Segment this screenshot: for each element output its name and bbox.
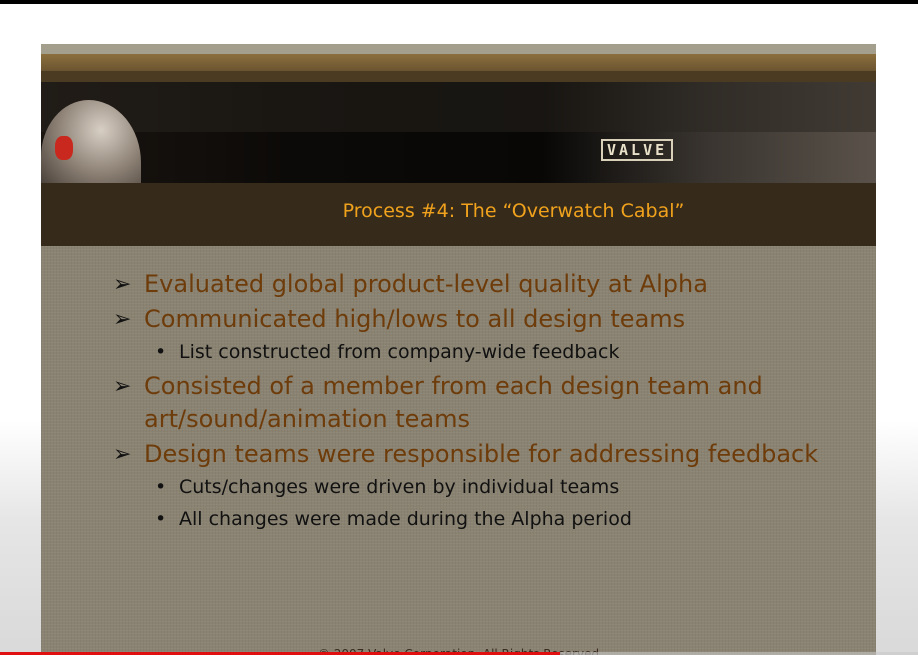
sub-bullet-text: List constructed from company-wide feedb… bbox=[179, 341, 620, 363]
header-stripe bbox=[41, 71, 876, 82]
slide-body: ➢ Evaluated global product-level quality … bbox=[113, 266, 853, 535]
dot-bullet-icon: • bbox=[155, 341, 167, 363]
valve-wheel-icon bbox=[55, 136, 73, 160]
sub-bullet: • Cuts/changes were driven by individual … bbox=[113, 471, 853, 503]
sub-bullet: • All changes were made during the Alpha … bbox=[113, 503, 853, 535]
bullet-text: Communicated high/lows to all design tea… bbox=[144, 305, 686, 333]
arrow-bullet-icon: ➢ bbox=[113, 307, 132, 332]
bullet-text: Design teams were responsible for addres… bbox=[144, 440, 819, 468]
dot-bullet-icon: • bbox=[155, 508, 167, 530]
slide-title: Process #4: The “Overwatch Cabal” bbox=[342, 200, 685, 222]
header-stripe bbox=[41, 54, 876, 71]
bullet: ➢ Consisted of a member from each design … bbox=[113, 370, 853, 436]
valve-logo: VALVE bbox=[601, 139, 674, 161]
sub-bullet-text: All changes were made during the Alpha p… bbox=[179, 508, 632, 530]
arrow-bullet-icon: ➢ bbox=[113, 272, 132, 297]
dot-bullet-icon: • bbox=[155, 476, 167, 498]
header-stripe bbox=[41, 44, 876, 54]
arrow-bullet-icon: ➢ bbox=[113, 442, 132, 467]
sub-bullet-text: Cuts/changes were driven by individual t… bbox=[179, 476, 620, 498]
arrow-bullet-icon: ➢ bbox=[113, 374, 132, 399]
slide: VALVE Process #4: The “Overwatch Cabal” … bbox=[41, 44, 876, 655]
bullet: ➢ Communicated high/lows to all design te… bbox=[113, 303, 853, 336]
header-banner: VALVE bbox=[41, 82, 876, 220]
bullet-text: Consisted of a member from each design t… bbox=[144, 372, 763, 433]
top-bar bbox=[0, 0, 918, 4]
sub-bullet: • List constructed from company-wide feed… bbox=[113, 336, 853, 368]
bullet: ➢ Evaluated global product-level quality … bbox=[113, 268, 853, 301]
bullet-text: Evaluated global product-level quality a… bbox=[144, 270, 708, 298]
bullet: ➢ Design teams were responsible for addre… bbox=[113, 438, 853, 471]
